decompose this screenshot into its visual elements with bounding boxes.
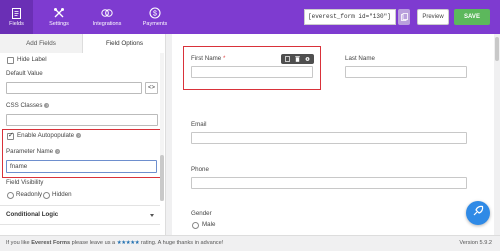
parameter-name-text: Parameter Name (6, 148, 54, 155)
help-icon: ? (55, 148, 61, 154)
last-name-input[interactable] (345, 66, 467, 78)
field-visibility-label: Field Visibility (6, 179, 44, 186)
field-options-sidebar: Add Fields Field Options Hide Label Defa… (0, 34, 166, 235)
parameter-name-label: Parameter Name? (6, 148, 61, 155)
visibility-hidden-label: Hidden (52, 191, 72, 198)
footer-text: If you like (6, 240, 32, 246)
last-name-label: Last Name (345, 55, 375, 62)
nav-fields-label: Fields (9, 21, 24, 27)
css-classes-text: CSS Classes (6, 102, 43, 109)
duplicate-icon[interactable] (285, 56, 291, 62)
form-shortcode[interactable]: [everest_form id="130"] (304, 9, 396, 25)
help-icon: ? (44, 102, 50, 108)
email-input[interactable] (191, 132, 467, 144)
nav-settings-label: Settings (49, 21, 69, 27)
css-classes-input[interactable] (6, 114, 158, 126)
default-value-label: Default Value (6, 70, 43, 77)
version-text: Version 5.9.2 (459, 240, 492, 246)
enable-autopopulate-label: Enable Autopopulate? (17, 132, 82, 139)
required-mark: * (223, 55, 226, 62)
nav-fields[interactable]: Fields (0, 0, 33, 34)
field-action-toolbar (281, 54, 314, 64)
fields-icon (11, 7, 23, 19)
payments-icon: $ (149, 7, 161, 19)
top-navigation-bar: Fields Settings Integrations $ Payments … (0, 0, 500, 34)
footer-text: rating. A huge thanks in advance! (139, 240, 224, 246)
first-name-text: First Name (191, 55, 222, 62)
tab-field-options[interactable]: Field Options (83, 34, 165, 53)
visibility-readonly-label: Readonly (16, 191, 43, 198)
divider (0, 205, 160, 206)
phone-input[interactable] (191, 177, 467, 189)
gender-male-radio[interactable] (192, 222, 199, 229)
help-icon: ? (76, 132, 82, 138)
sidebar-tabs: Add Fields Field Options (0, 34, 165, 53)
nav-settings[interactable]: Settings (42, 0, 76, 34)
first-name-label: First Name * (191, 55, 225, 62)
first-name-input[interactable] (191, 66, 313, 78)
smart-tags-button[interactable]: <> (145, 82, 158, 94)
code-icon: <> (147, 85, 155, 91)
phone-label: Phone (191, 166, 209, 173)
hide-label-text: Hide Label (17, 56, 47, 63)
footer-text: please leave us a (70, 240, 117, 246)
copy-shortcode-button[interactable] (398, 9, 410, 25)
settings-icon (53, 7, 65, 19)
gear-icon[interactable] (305, 56, 310, 62)
visibility-hidden-radio[interactable] (43, 192, 50, 199)
sidebar-scrollbar-thumb[interactable] (160, 155, 164, 201)
form-builder-canvas: First Name * Last Name Email Phone Gende… (172, 34, 494, 235)
gender-label: Gender (191, 210, 212, 217)
nav-integrations-label: Integrations (92, 21, 122, 27)
canvas-scrollbar-thumb[interactable] (495, 37, 499, 61)
rocket-icon (472, 204, 484, 222)
help-fab-button[interactable] (466, 201, 490, 225)
conditional-logic-header[interactable]: Conditional Logic (6, 211, 58, 218)
nav-payments[interactable]: $ Payments (138, 0, 172, 34)
tab-add-fields[interactable]: Add Fields (0, 34, 83, 53)
divider (0, 224, 160, 225)
parameter-name-input[interactable]: fname (6, 160, 157, 173)
chevron-down-icon (150, 214, 154, 217)
visibility-readonly-radio[interactable] (7, 192, 14, 199)
rating-message: If you like Everest Forms please leave u… (6, 236, 223, 251)
canvas-scrollbar[interactable] (494, 34, 500, 235)
rating-stars-link[interactable]: ★★★★★ (117, 240, 140, 246)
enable-autopopulate-checkbox[interactable] (7, 131, 14, 140)
nav-integrations[interactable]: Integrations (87, 0, 127, 34)
hide-label-checkbox[interactable] (7, 57, 14, 64)
gender-male-label: Male (202, 221, 216, 228)
css-classes-label: CSS Classes? (6, 102, 50, 109)
email-label: Email (191, 121, 207, 128)
save-button[interactable]: SAVE (454, 9, 490, 25)
integrations-icon (101, 7, 113, 19)
delete-icon[interactable] (295, 56, 300, 62)
copy-icon (400, 8, 408, 26)
default-value-input[interactable] (6, 82, 142, 94)
footer-bar: If you like Everest Forms please leave u… (0, 235, 500, 251)
nav-payments-label: Payments (142, 21, 168, 27)
preview-button[interactable]: Preview (417, 9, 449, 25)
svg-text:$: $ (153, 11, 157, 18)
enable-autopopulate-text: Enable Autopopulate (17, 132, 75, 139)
footer-brand: Everest Forms (31, 240, 71, 246)
